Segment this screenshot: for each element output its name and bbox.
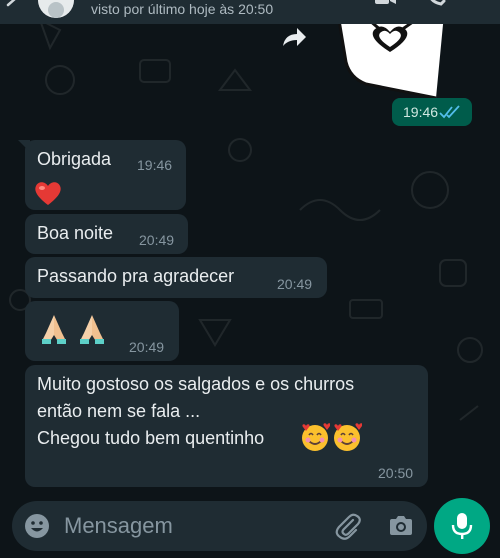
message-text: Obrigada (37, 149, 112, 169)
message-bubble[interactable]: 20:49 (25, 301, 179, 361)
message-text: Boa noite (37, 223, 114, 243)
message-text: Passando pra agradecer (37, 266, 235, 286)
sticker-timestamp: 19:46 (392, 98, 472, 126)
message-text-line: Muito gostoso os salgados e os churros (37, 374, 355, 394)
smiling-face-with-hearts-emoji (302, 423, 330, 451)
back-arrow-icon[interactable] (2, 0, 22, 16)
message-bubble[interactable]: Passando pra agradecer 20:49 (25, 257, 327, 298)
message-composer (12, 501, 427, 551)
video-call-icon[interactable] (375, 0, 397, 12)
avatar[interactable] (38, 0, 74, 18)
chat-screen: visto por último hoje às 20:50 19:46 Obr… (0, 0, 500, 558)
message-bubble[interactable]: Boa noite 20:49 (25, 214, 188, 254)
camera-icon[interactable] (387, 512, 415, 540)
phone-icon[interactable] (426, 0, 448, 12)
mic-button[interactable] (434, 498, 490, 554)
chat-header: visto por último hoje às 20:50 (0, 0, 500, 24)
message-time: 19:46 (137, 157, 173, 173)
folded-hands-emoji (80, 315, 104, 344)
message-time: 20:49 (129, 339, 165, 355)
bubble-tail (18, 140, 30, 152)
mic-icon (451, 513, 473, 539)
attach-icon[interactable] (334, 512, 362, 540)
emoji-icon[interactable] (24, 513, 50, 539)
folded-hands-emoji (42, 315, 66, 344)
forward-icon[interactable] (280, 24, 308, 52)
avatar-image (38, 0, 74, 18)
message-input[interactable] (62, 509, 326, 543)
message-time: 20:49 (277, 276, 313, 292)
message-bubble[interactable]: Muito gostoso os salgados e os churros e… (25, 365, 428, 487)
message-time: 20:50 (378, 465, 414, 481)
smiling-face-with-hearts-emoji (334, 423, 362, 451)
message-text-line: Chegou tudo bem quentinho (37, 428, 265, 448)
double-check-icon (439, 105, 460, 119)
red-heart-emoji (35, 182, 61, 205)
sent-time: 19:46 (403, 104, 439, 120)
message-text-line: então nem se fala ... (37, 401, 201, 421)
message-time: 20:49 (139, 232, 175, 248)
message-bubble[interactable]: Obrigada 19:46 (18, 140, 186, 210)
last-seen-status: visto por último hoje às 20:50 (91, 1, 274, 17)
heart-sticker[interactable] (332, 14, 450, 98)
